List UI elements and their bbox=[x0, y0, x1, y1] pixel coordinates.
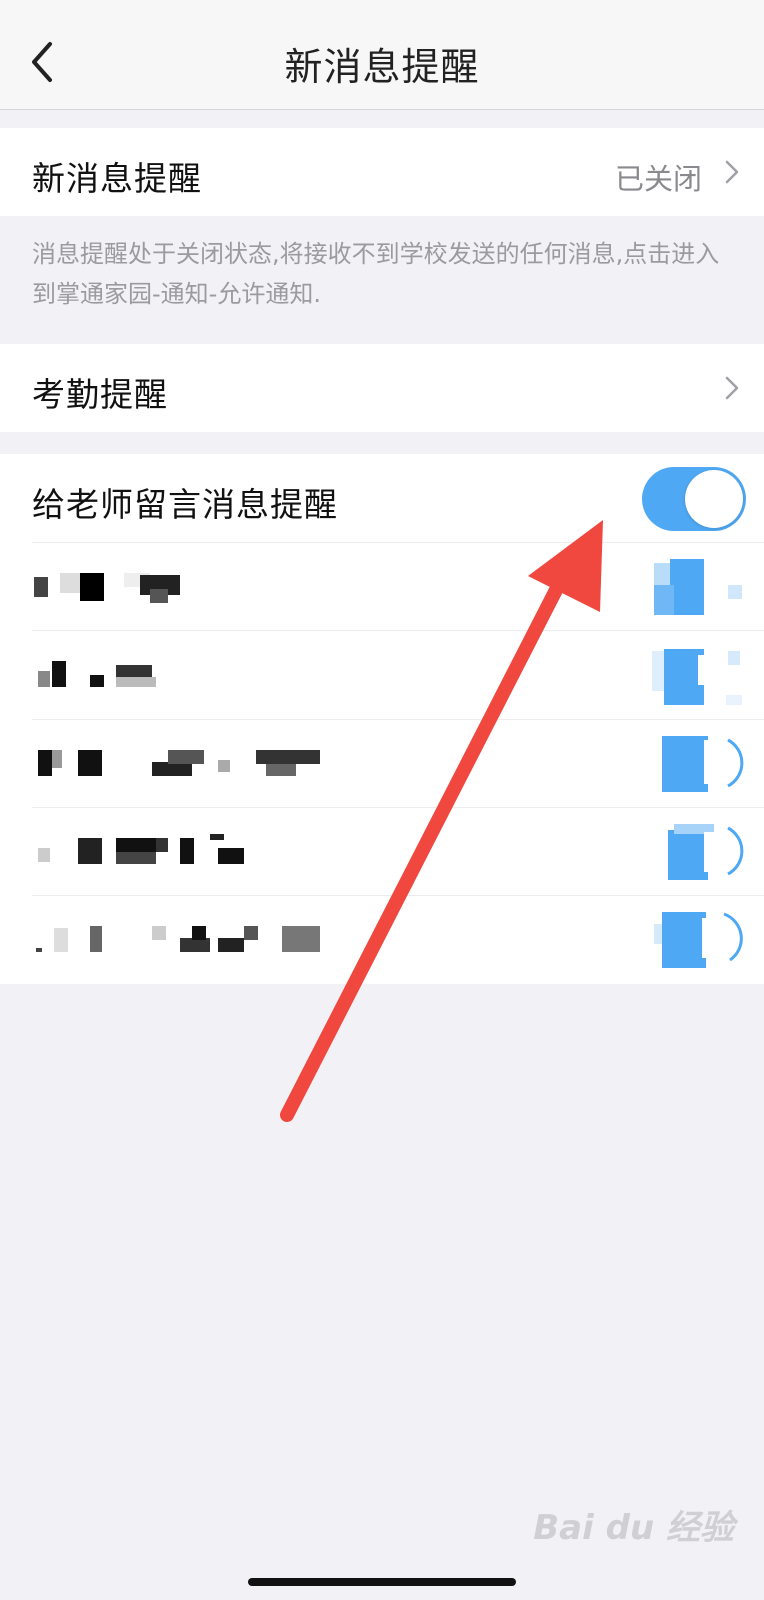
teacher-message-toggle[interactable] bbox=[642, 467, 746, 531]
page-title: 新消息提醒 bbox=[284, 45, 480, 89]
member-toggle[interactable] bbox=[644, 732, 744, 794]
chevron-right-icon bbox=[725, 160, 739, 184]
member-toggle[interactable] bbox=[644, 555, 744, 617]
attendance-reminder-label: 考勤提醒 bbox=[32, 375, 168, 414]
new-message-reminder-status: 已关闭 bbox=[614, 162, 702, 196]
pixelated-text bbox=[38, 750, 52, 776]
new-message-reminder-label: 新消息提醒 bbox=[32, 159, 202, 198]
navigation-bar: 新消息提醒 bbox=[0, 0, 764, 110]
pixelated-text bbox=[34, 577, 48, 597]
member-toggle[interactable] bbox=[644, 645, 744, 707]
member-toggle[interactable] bbox=[644, 908, 744, 970]
attendance-reminder-cell[interactable]: 考勤提醒 bbox=[0, 344, 764, 432]
list-item[interactable] bbox=[0, 631, 764, 720]
list-item[interactable] bbox=[0, 896, 764, 985]
pixelated-text bbox=[38, 671, 50, 687]
list-item[interactable] bbox=[0, 720, 764, 809]
teacher-message-group: 给老师留言消息提醒 bbox=[0, 454, 764, 984]
toggle-knob bbox=[685, 470, 743, 528]
teacher-message-reminder-label: 给老师留言消息提醒 bbox=[32, 485, 338, 524]
list-item[interactable] bbox=[0, 808, 764, 897]
watermark-logo: Bai du 经验 bbox=[533, 1508, 734, 1548]
pixelated-text bbox=[36, 948, 42, 952]
list-item[interactable] bbox=[0, 543, 764, 632]
home-indicator[interactable] bbox=[248, 1578, 516, 1586]
notification-hint-text: 消息提醒处于关闭状态,将接收不到学校发送的任何消息,点击进入到掌通家园-通知-允… bbox=[32, 240, 720, 308]
new-message-reminder-cell[interactable]: 新消息提醒 已关闭 bbox=[0, 128, 764, 216]
member-toggle[interactable] bbox=[644, 820, 744, 882]
chevron-right-icon bbox=[725, 376, 739, 400]
pixelated-text bbox=[38, 848, 50, 862]
